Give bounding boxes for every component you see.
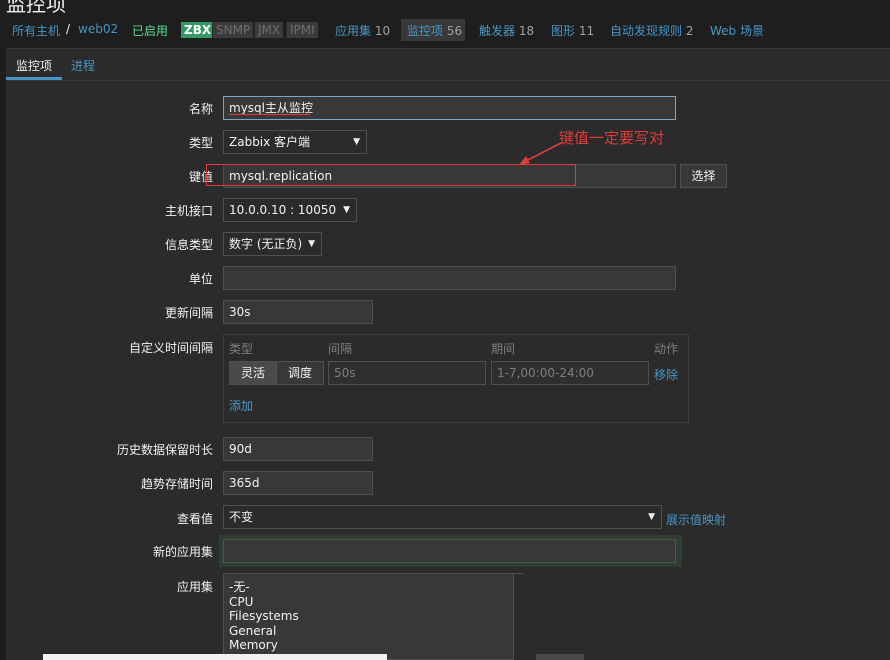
interval-input[interactable]: 50s <box>328 361 486 385</box>
breadcrumb-all-hosts[interactable]: 所有主机 <box>12 22 60 39</box>
show-value-select[interactable]: 不变 ▼ <box>223 505 662 529</box>
tag-ipmi: IPMI <box>286 22 318 38</box>
nav-items[interactable]: 监控项 56 <box>407 22 462 39</box>
host-nav-bar: 所有主机 / web02 已启用 ZBX SNMP JMX IPMI 应用集 1… <box>0 14 890 49</box>
tag-jmx: JMX <box>254 22 284 38</box>
type-select[interactable]: Zabbix 客户端 ▼ <box>223 130 367 154</box>
tab-item[interactable]: 监控项 <box>16 57 52 74</box>
application-option[interactable]: -无- <box>224 580 522 595</box>
label-history: 历史数据保留时长 <box>116 443 213 457</box>
nav-discovery-rules[interactable]: 自动发现规则 2 <box>610 22 693 39</box>
show-value-mappings-link[interactable]: 展示值映射 <box>666 511 726 528</box>
tab-preprocessing[interactable]: 进程 <box>71 57 95 74</box>
top-strip: 监控项 <box>0 0 890 14</box>
nav-graphs[interactable]: 图形 11 <box>551 22 594 39</box>
chevron-down-icon: ▼ <box>308 239 315 249</box>
label-interface: 主机接口 <box>164 204 213 218</box>
page-title: 监控项 <box>6 0 66 14</box>
form-tabs: 监控项 进程 <box>6 50 890 81</box>
nav-applications[interactable]: 应用集 10 <box>335 22 390 39</box>
nav-triggers[interactable]: 触发器 18 <box>479 22 534 39</box>
label-new-application: 新的应用集 <box>152 545 213 559</box>
label-info-type: 信息类型 <box>164 238 213 252</box>
active-tab-indicator <box>6 77 62 80</box>
label-units: 单位 <box>188 272 213 286</box>
label-update-interval: 更新间隔 <box>164 306 213 320</box>
application-option[interactable]: Filesystems <box>224 609 522 624</box>
header-interval: 间隔 <box>328 342 353 356</box>
label-trends: 趋势存储时间 <box>140 477 213 491</box>
label-name: 名称 <box>188 102 213 116</box>
label-applications: 应用集 <box>176 580 213 594</box>
application-option[interactable]: General <box>224 624 522 639</box>
annotation-text: 键值一定要写对 <box>559 129 665 147</box>
label-show-value: 查看值 <box>176 512 213 526</box>
header-type: 类型 <box>229 342 254 356</box>
remove-link[interactable]: 移除 <box>654 366 678 383</box>
chevron-down-icon: ▼ <box>343 205 350 215</box>
application-option[interactable]: Memory <box>224 638 522 653</box>
tag-zbx: ZBX <box>181 22 215 38</box>
toggle-flexible[interactable]: 灵活 <box>229 361 277 385</box>
trends-input[interactable]: 365d <box>223 471 373 495</box>
interface-select[interactable]: 10.0.0.10 : 10050 ▼ <box>223 198 357 222</box>
chevron-down-icon: ▼ <box>353 137 360 147</box>
name-input[interactable]: mysql主从监控 <box>223 96 676 120</box>
annotation-arrow-icon <box>519 142 562 165</box>
bottom-control <box>536 654 584 660</box>
period-input[interactable]: 1-7,00:00-24:00 <box>491 361 649 385</box>
chevron-down-icon: ▼ <box>648 512 655 522</box>
tag-snmp: SNMP <box>212 22 254 38</box>
application-option[interactable]: CPU <box>224 595 522 610</box>
history-input[interactable]: 90d <box>223 437 373 461</box>
host-status-enabled[interactable]: 已启用 <box>132 22 168 39</box>
label-custom-intervals: 自定义时间间隔 <box>128 341 213 355</box>
header-action: 动作 <box>654 342 679 356</box>
spellcheck-underline <box>229 114 310 115</box>
key-select-button[interactable]: 选择 <box>680 164 727 188</box>
add-interval-link[interactable]: 添加 <box>229 397 253 414</box>
applications-scrollbar[interactable] <box>513 574 523 660</box>
bottom-overlay-bar <box>43 654 387 660</box>
units-input[interactable] <box>223 266 676 290</box>
left-edge <box>0 48 6 660</box>
breadcrumb-host[interactable]: web02 <box>78 22 118 36</box>
update-interval-input[interactable]: 30s <box>223 300 373 324</box>
toggle-scheduling[interactable]: 调度 <box>276 361 324 385</box>
applications-listbox[interactable]: -无- CPU Filesystems General Memory <box>223 573 523 660</box>
new-application-input[interactable] <box>223 539 676 563</box>
breadcrumb-separator: / <box>66 22 71 36</box>
label-type: 类型 <box>188 136 213 150</box>
nav-web-scenarios[interactable]: Web 场景 <box>710 22 764 39</box>
info-type-select[interactable]: 数字 (无正负) ▼ <box>223 232 322 256</box>
header-period: 期间 <box>491 342 516 356</box>
